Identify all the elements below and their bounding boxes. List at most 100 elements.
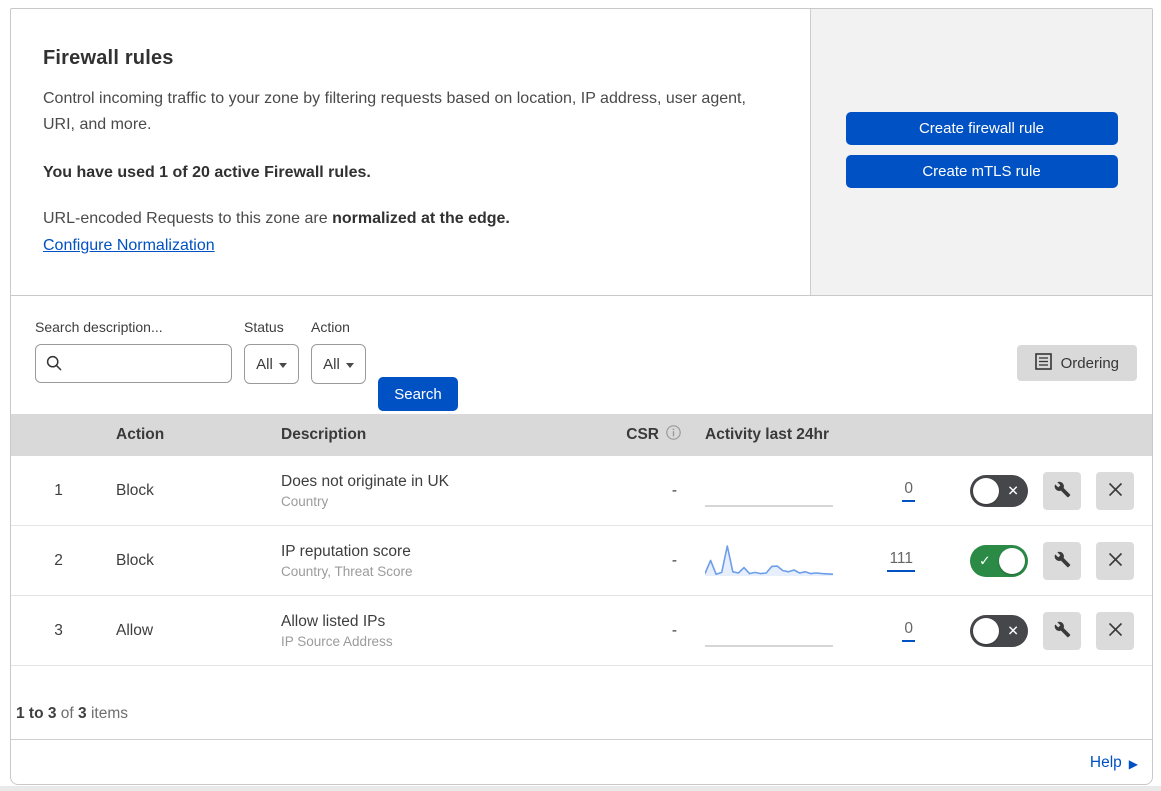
status-dropdown[interactable]: All [244,344,299,384]
header-action: Action [116,426,165,443]
wrench-icon [1054,481,1071,501]
edit-rule-button[interactable] [1043,611,1081,650]
row-controls: ✓ ✕ [921,611,1152,650]
x-icon: ✕ [1007,482,1019,499]
configure-normalization-link[interactable]: Configure Normalization [43,237,215,255]
search-button[interactable]: Search [378,377,458,411]
rule-description-cell: IP reputation score Country, Threat Scor… [281,543,591,579]
row-number: 3 [54,621,63,639]
edit-rule-button[interactable] [1043,471,1081,510]
edit-rule-button[interactable] [1043,541,1081,580]
table-row: 2 Block IP reputation score Country, Thr… [11,526,1152,596]
check-icon: ✓ [979,552,991,569]
table-row: 3 Allow Allow listed IPs IP Source Addre… [11,596,1152,666]
search-icon [46,355,62,376]
header-csr: CSR [591,425,681,445]
x-icon: ✕ [1007,622,1019,639]
page-title: Firewall rules [43,47,174,69]
activity-sparkline [705,544,833,576]
pagination-range: 1 to 3 [16,705,57,722]
normalization-prefix: URL-encoded Requests to this zone are [43,210,333,227]
filter-bar: Search description... Status All Action … [11,296,1152,414]
intro-panel: Firewall rules Control incoming traffic … [11,9,810,295]
toggle-knob [973,617,999,644]
rule-csr: - [671,551,677,569]
action-filter-group: Action All [311,319,366,384]
rule-enable-toggle[interactable]: ✓ ✕ [970,474,1028,507]
delete-rule-button[interactable] [1096,541,1134,580]
wrench-icon [1054,551,1071,571]
help-link[interactable]: Help ▶ [1090,754,1138,772]
help-label: Help [1089,754,1122,771]
ordering-button[interactable]: Ordering [1016,345,1137,381]
header-description: Description [281,426,367,443]
wrench-icon [1054,621,1071,641]
delete-rule-button[interactable] [1096,471,1134,510]
rule-action: Block [116,551,154,569]
page-description: Control incoming traffic to your zone by… [43,90,746,133]
pagination-of: of [56,705,79,722]
rule-description: Allow listed IPs [281,612,386,630]
rule-csr: - [671,621,677,639]
rule-description: IP reputation score [281,542,411,560]
activity-cell: 0 [681,471,921,511]
rule-criteria: Country, Threat Score [281,563,413,579]
status-value: All [256,355,273,373]
chevron-down-icon [345,362,354,368]
row-controls: ✓ ✕ [921,541,1152,580]
search-box [35,344,232,383]
rule-action: Allow [116,621,154,639]
activity-count-link[interactable]: 0 [902,480,915,502]
rule-description: Does not originate in UK [281,472,450,490]
info-icon[interactable] [666,425,681,445]
rule-criteria: Country [281,493,329,509]
rule-enable-toggle[interactable]: ✓ ✕ [970,544,1028,577]
table-header: Action Description CSR Activity last 24h… [11,414,1152,456]
row-controls: ✓ ✕ [921,471,1152,510]
rule-enable-toggle[interactable]: ✓ ✕ [970,614,1028,647]
close-icon [1108,482,1123,500]
status-filter-group: Status All [244,319,299,384]
ordering-label: Ordering [1060,354,1119,372]
create-firewall-rule-button[interactable]: Create firewall rule [845,112,1118,145]
table-row: 1 Block Does not originate in UK Country… [11,456,1152,526]
rule-criteria: IP Source Address [281,633,393,649]
top-section: Firewall rules Control incoming traffic … [11,9,1152,296]
pagination-total: 3 [78,705,87,722]
pagination: 1 to 3 of 3 items [11,666,1152,740]
activity-cell: 0 [681,611,921,651]
usage-summary: You have used 1 of 20 active Firewall ru… [43,164,371,181]
close-icon [1108,622,1123,640]
activity-count-link[interactable]: 0 [902,620,915,642]
rule-description-cell: Does not originate in UK Country [281,473,591,509]
row-number: 1 [54,481,63,499]
firewall-rules-card: Firewall rules Control incoming traffic … [10,8,1153,785]
action-value: All [323,355,340,373]
search-input[interactable] [35,344,232,383]
status-label: Status [244,319,284,335]
activity-sparkline [705,504,833,507]
search-group: Search description... [35,319,232,383]
activity-count-link[interactable]: 111 [887,550,915,572]
create-mtls-rule-button[interactable]: Create mTLS rule [845,155,1118,188]
pagination-items-label: items [86,705,128,722]
rule-description-cell: Allow listed IPs IP Source Address [281,613,591,649]
close-icon [1108,552,1123,570]
arrow-right-icon: ▶ [1128,756,1138,771]
rule-action: Block [116,481,154,499]
help-bar: Help ▶ [11,740,1152,784]
rule-csr: - [671,481,677,499]
header-activity: Activity last 24hr [705,426,830,443]
search-label: Search description... [35,319,163,335]
action-dropdown[interactable]: All [311,344,366,384]
activity-sparkline [705,644,833,647]
normalization-note: URL-encoded Requests to this zone are no… [43,210,770,228]
cta-panel: Create firewall rule Create mTLS rule [810,9,1152,295]
delete-rule-button[interactable] [1096,611,1134,650]
row-number: 2 [54,551,63,569]
ordering-list-icon [1034,352,1052,374]
toggle-knob [999,547,1025,574]
toggle-knob [973,477,999,504]
chevron-down-icon [278,362,287,368]
normalization-bold: normalized at the edge. [332,210,510,227]
